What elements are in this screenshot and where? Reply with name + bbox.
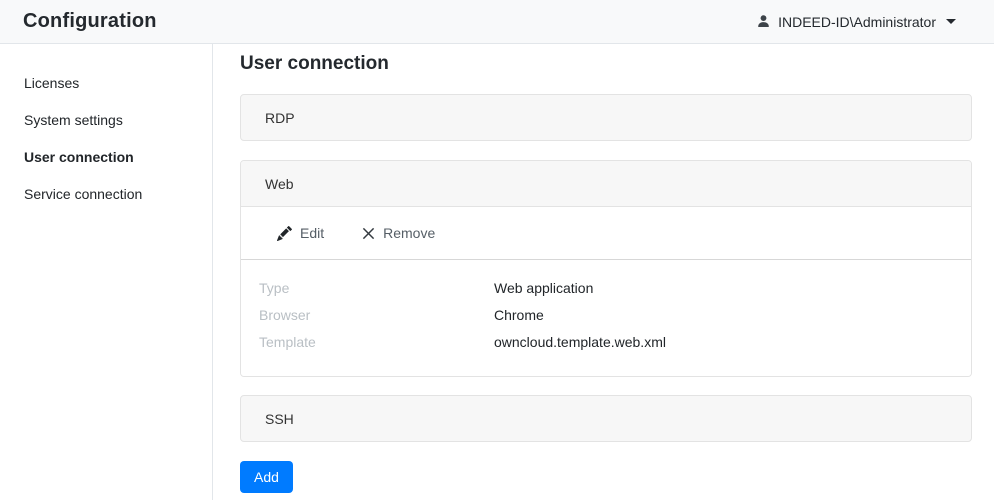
- panel-web-toolbar: Edit Remove: [241, 207, 971, 260]
- caret-down-icon: [946, 19, 956, 24]
- field-row-type: Type Web application: [259, 275, 947, 302]
- app-header: Configuration INDEED-ID\Administrator: [0, 0, 994, 44]
- x-icon: [362, 227, 375, 240]
- page-title: User connection: [240, 50, 972, 78]
- field-row-browser: Browser Chrome: [259, 302, 947, 329]
- add-button[interactable]: Add: [240, 461, 293, 493]
- user-name-label: INDEED-ID\Administrator: [778, 14, 936, 30]
- field-label-type: Type: [259, 275, 494, 302]
- field-label-template: Template: [259, 329, 494, 356]
- remove-button[interactable]: Remove: [360, 219, 437, 247]
- sidebar: Licenses System settings User connection…: [0, 44, 213, 500]
- sidebar-item-service-connection[interactable]: Service connection: [0, 176, 212, 213]
- panel-rdp-header[interactable]: RDP: [241, 95, 971, 140]
- panel-ssh: SSH: [240, 395, 972, 442]
- user-menu[interactable]: INDEED-ID\Administrator: [756, 14, 956, 30]
- remove-button-label: Remove: [383, 225, 435, 241]
- panel-ssh-header[interactable]: SSH: [241, 396, 971, 441]
- field-value-template: owncloud.template.web.xml: [494, 329, 666, 356]
- edit-button[interactable]: Edit: [275, 219, 326, 247]
- pencil-icon: [277, 226, 292, 241]
- field-value-type: Web application: [494, 275, 593, 302]
- sidebar-item-user-connection[interactable]: User connection: [0, 139, 212, 176]
- panel-rdp: RDP: [240, 94, 972, 141]
- person-icon: [756, 14, 771, 29]
- field-value-browser: Chrome: [494, 302, 544, 329]
- edit-button-label: Edit: [300, 225, 324, 241]
- field-row-template: Template owncloud.template.web.xml: [259, 329, 947, 356]
- panel-web-details: Type Web application Browser Chrome Temp…: [241, 260, 971, 376]
- panel-web-header[interactable]: Web: [241, 161, 971, 207]
- app-title: Configuration: [23, 10, 157, 33]
- sidebar-item-licenses[interactable]: Licenses: [0, 65, 212, 102]
- sidebar-item-system-settings[interactable]: System settings: [0, 102, 212, 139]
- panel-web: Web Edit Remove: [240, 160, 972, 377]
- main-content: User connection RDP Web Edit: [213, 44, 994, 500]
- field-label-browser: Browser: [259, 302, 494, 329]
